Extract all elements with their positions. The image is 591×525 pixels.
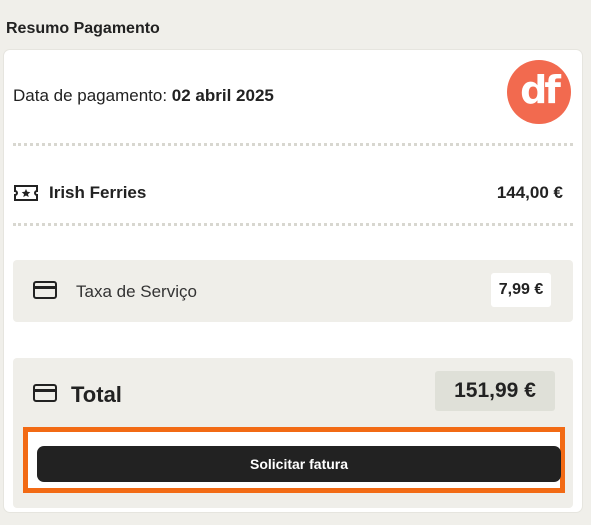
line-item-name: Irish Ferries <box>49 183 147 202</box>
invoice-button-highlight: Solicitar fatura <box>23 427 565 493</box>
credit-card-icon <box>33 384 57 402</box>
credit-card-icon <box>33 281 57 299</box>
line-item: Irish Ferries 144,00 € <box>13 174 563 212</box>
payment-summary-card: Data de pagamento: 02 abril 2025 df Iris… <box>4 50 582 512</box>
ticket-icon <box>14 185 38 201</box>
service-fee-amount: 7,99 € <box>491 273 551 307</box>
line-item-amount: 144,00 € <box>496 183 563 202</box>
section-title: Resumo Pagamento <box>6 20 160 37</box>
total-label: Total <box>71 382 122 407</box>
total-section: Total 151,99 € Solicitar fatura <box>13 358 573 508</box>
request-invoice-button[interactable]: Solicitar fatura <box>37 446 561 482</box>
total-amount: 151,99 € <box>435 371 555 411</box>
brand-logo: df <box>507 60 571 124</box>
divider <box>13 223 573 226</box>
brand-logo-text: df <box>520 68 561 112</box>
service-fee-label: Taxa de Serviço <box>76 282 197 301</box>
service-fee-row: Taxa de Serviço 7,99 € <box>13 260 573 322</box>
payment-date-value: 02 abril 2025 <box>171 86 274 105</box>
payment-date-label: Data de pagamento: <box>13 86 168 105</box>
payment-date-row: Data de pagamento: 02 abril 2025 <box>13 86 274 106</box>
divider <box>13 143 573 146</box>
